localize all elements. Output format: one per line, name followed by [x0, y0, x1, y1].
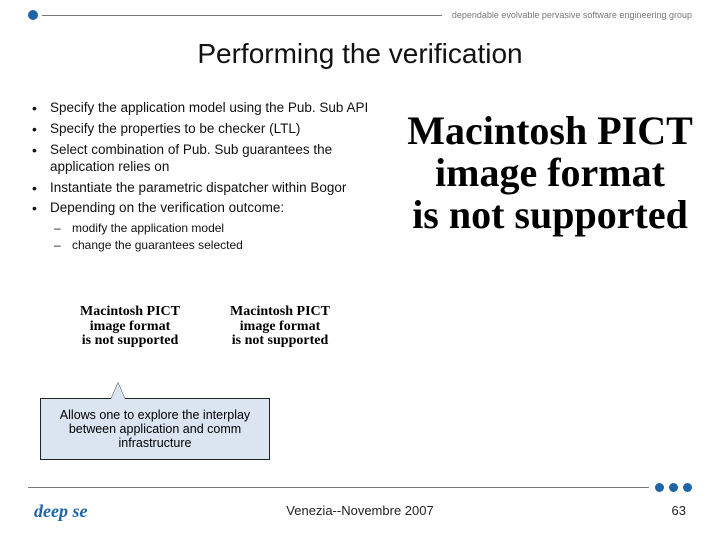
- bullet-item: Select combination of Pub. Sub guarantee…: [28, 142, 378, 176]
- dot-icon: [683, 483, 692, 492]
- slide-title: Performing the verification: [0, 38, 720, 70]
- sub-bullet-list: modify the application model change the …: [54, 221, 378, 253]
- pict-placeholder-small: Macintosh PICT image format is not suppo…: [60, 305, 200, 349]
- bullet-item: Instantiate the parametric dispatcher wi…: [28, 180, 378, 197]
- pict-placeholder-large: Macintosh PICT image format is not suppo…: [400, 110, 700, 236]
- header-separator: [42, 15, 442, 16]
- page-number: 63: [672, 503, 686, 518]
- dot-icon: [669, 483, 678, 492]
- bullet-list: Specify the application model using the …: [28, 100, 378, 255]
- pict-line: Macintosh PICT: [60, 305, 200, 320]
- sub-bullet-item: change the guarantees selected: [54, 238, 378, 253]
- pict-line: is not supported: [60, 334, 200, 349]
- pict-line: Macintosh PICT: [400, 110, 700, 152]
- header-rule: dependable evolvable pervasive software …: [28, 10, 692, 20]
- pict-line: is not supported: [210, 334, 350, 349]
- pict-line: image format: [210, 320, 350, 335]
- sub-bullet-item: modify the application model: [54, 221, 378, 236]
- footer-rule: [28, 483, 692, 492]
- pict-line: image format: [400, 152, 700, 194]
- pict-line: Macintosh PICT: [210, 305, 350, 320]
- bullet-item: Depending on the verification outcome:: [28, 200, 378, 217]
- callout-box: Allows one to explore the interplay betw…: [40, 398, 270, 460]
- pict-line: is not supported: [400, 194, 700, 236]
- header-dot: [28, 10, 38, 20]
- bullet-item: Specify the application model using the …: [28, 100, 378, 117]
- callout-text: Allows one to explore the interplay betw…: [49, 408, 261, 450]
- footer-separator: [28, 487, 649, 488]
- footer-venue: Venezia--Novembre 2007: [0, 503, 720, 518]
- pict-line: image format: [60, 320, 200, 335]
- pict-placeholder-small: Macintosh PICT image format is not suppo…: [210, 305, 350, 349]
- bullet-item: Specify the properties to be checker (LT…: [28, 121, 378, 138]
- dot-icon: [655, 483, 664, 492]
- footer-dots: [655, 483, 692, 492]
- group-tagline: dependable evolvable pervasive software …: [452, 10, 692, 20]
